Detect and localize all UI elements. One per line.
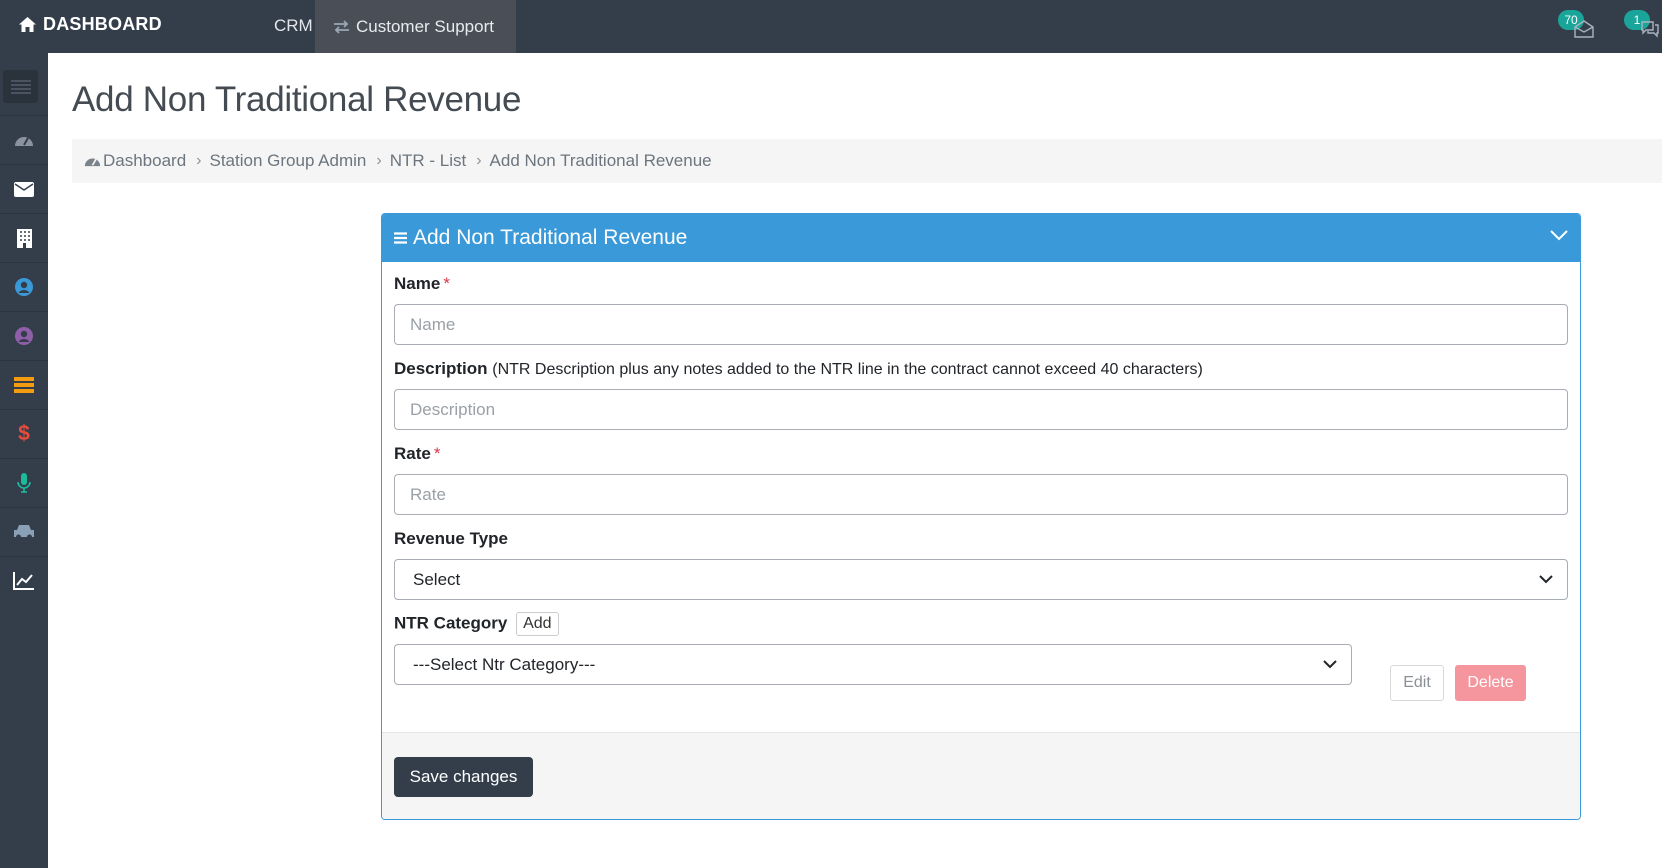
- sidebar-item-microphone[interactable]: [0, 458, 48, 507]
- save-changes-button[interactable]: Save changes: [394, 757, 533, 797]
- sidebar-item-building[interactable]: [0, 213, 48, 262]
- menu-icon: [10, 79, 31, 94]
- bars-icon: [394, 232, 407, 244]
- ntr-category-value: ---Select Ntr Category---: [413, 654, 596, 674]
- revenue-type-select[interactable]: Select: [394, 559, 1568, 600]
- dashboard-gauge-icon: [15, 137, 33, 146]
- add-ntr-category-button[interactable]: Add: [516, 612, 559, 636]
- sidebar-item-user-purple[interactable]: [0, 311, 48, 360]
- rate-input[interactable]: [394, 474, 1568, 515]
- home-icon: [19, 16, 36, 32]
- breadcrumb-label: Dashboard: [103, 151, 187, 170]
- chevron-down-icon: [1323, 660, 1337, 669]
- sidebar-item-server[interactable]: [0, 360, 48, 409]
- card-title: Add Non Traditional Revenue: [413, 226, 688, 249]
- name-label-text: Name: [394, 274, 441, 293]
- page-title: Add Non Traditional Revenue: [72, 80, 522, 119]
- nav-customer-support-label: Customer Support: [356, 16, 494, 36]
- ntr-category-label-text: NTR Category: [394, 613, 508, 633]
- breadcrumb-item-dashboard[interactable]: Dashboard: [84, 151, 186, 171]
- breadcrumb-item-ntr-list[interactable]: NTR - List: [390, 151, 467, 171]
- nav-customer-support[interactable]: Customer Support: [315, 0, 516, 53]
- user-circle-icon: [15, 327, 33, 345]
- revenue-type-label: Revenue Type: [394, 529, 509, 548]
- required-mark: *: [433, 444, 441, 463]
- top-navbar: DASHBOARD CRM Customer Support 70 1: [0, 0, 1662, 53]
- breadcrumb-separator: ›: [476, 152, 482, 169]
- car-icon: [14, 525, 34, 540]
- comments-icon: [1641, 21, 1659, 38]
- building-icon: [16, 228, 32, 248]
- delete-ntr-category-button[interactable]: Delete: [1455, 665, 1526, 701]
- sidebar-item-user-blue[interactable]: [0, 262, 48, 311]
- description-input[interactable]: [394, 389, 1568, 430]
- rate-label-text: Rate: [394, 444, 431, 463]
- rate-label: Rate *: [394, 444, 440, 464]
- dashboard-gauge-icon: [84, 158, 101, 167]
- brand-link[interactable]: DASHBOARD: [18, 0, 162, 48]
- breadcrumb-item-current: Add Non Traditional Revenue: [489, 151, 712, 170]
- name-label: Name *: [394, 274, 450, 294]
- chevron-down-icon[interactable]: [1550, 230, 1568, 241]
- sidebar-item-car[interactable]: [0, 507, 48, 556]
- envelope-open-icon: [1574, 20, 1594, 38]
- ntr-category-label: NTR Category Add: [394, 612, 559, 636]
- exchange-icon: [334, 19, 349, 34]
- line-chart-icon: [13, 572, 34, 590]
- edit-ntr-category-button[interactable]: Edit: [1390, 665, 1444, 701]
- description-label: Description (NTR Description plus any no…: [394, 359, 1203, 379]
- user-circle-icon: [15, 278, 33, 296]
- card-footer: Save changes: [382, 732, 1580, 819]
- revenue-type-value: Select: [413, 569, 461, 589]
- sidebar-toggle[interactable]: [3, 70, 38, 103]
- dollar-icon: $: [18, 422, 30, 445]
- microphone-icon: [17, 473, 31, 493]
- description-note: (NTR Description plus any notes added to…: [492, 361, 1203, 378]
- sidebar-item-mail[interactable]: [0, 164, 48, 213]
- nav-crm[interactable]: CRM: [274, 0, 313, 51]
- sidebar-item-dollar[interactable]: $: [0, 409, 48, 458]
- brand-label: DASHBOARD: [43, 13, 162, 34]
- breadcrumb-item-station-group-admin[interactable]: Station Group Admin: [210, 151, 367, 171]
- description-label-text: Description: [394, 359, 488, 378]
- envelope-icon: [14, 181, 34, 197]
- add-ntr-card: Add Non Traditional Revenue Name* Descri…: [381, 213, 1581, 820]
- breadcrumb-separator: ›: [376, 152, 382, 169]
- chevron-down-icon: [1539, 575, 1553, 584]
- card-header: Add Non Traditional Revenue: [382, 214, 1580, 262]
- breadcrumb-separator: ›: [196, 152, 202, 169]
- required-mark: *: [443, 274, 450, 293]
- server-icon: [14, 377, 34, 393]
- ntr-category-select[interactable]: ---Select Ntr Category---: [394, 644, 1352, 685]
- sidebar-item-chart[interactable]: [0, 556, 48, 605]
- breadcrumb: Dashboard › Station Group Admin › NTR - …: [72, 139, 1662, 183]
- sidebar-item-dashboard[interactable]: [0, 115, 48, 164]
- sidebar: $: [0, 53, 48, 868]
- name-input[interactable]: [394, 304, 1568, 345]
